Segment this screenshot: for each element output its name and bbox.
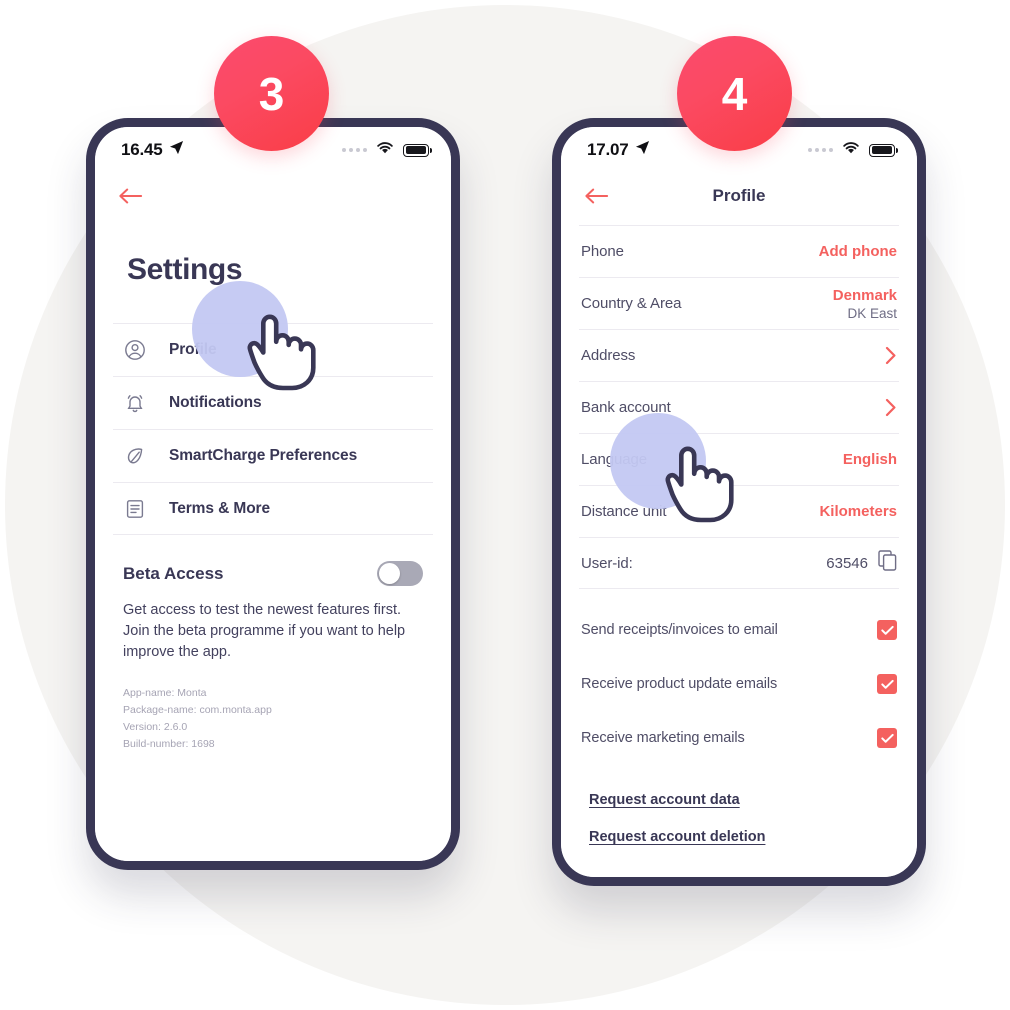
signal-dots-icon <box>808 148 833 152</box>
phone-mockup-profile: 17.07 Profile Phone Add phone Country & … <box>552 118 926 886</box>
status-bar-right-group <box>808 141 898 159</box>
app-info-line: App-name: Monta <box>123 687 207 700</box>
back-arrow-icon[interactable] <box>583 186 609 206</box>
app-info-line: Build-number: 1698 <box>123 738 215 751</box>
checkbox-label: Send receipts/invoices to email <box>581 622 778 638</box>
row-phone[interactable]: Phone Add phone <box>579 225 899 277</box>
document-icon <box>123 497 147 521</box>
step-badge-4: 4 <box>677 36 792 151</box>
checkbox-checked[interactable] <box>877 620 897 640</box>
menu-item-terms-and-more[interactable]: Terms & More <box>113 482 433 535</box>
user-id-value-group: 63546 <box>826 550 897 576</box>
menu-item-label: Notifications <box>169 394 262 411</box>
checkbox-row-send-receipts[interactable]: Send receipts/invoices to email <box>579 603 899 657</box>
wifi-icon <box>842 141 860 159</box>
user-id-value: 63546 <box>826 554 868 572</box>
illustration-stage: 16.45 Settings Profile Notifications Sma… <box>0 0 1010 1010</box>
row-label: Phone <box>581 243 624 260</box>
row-value: Kilometers <box>819 503 897 520</box>
chevron-right-icon <box>885 398 897 417</box>
row-value: English <box>842 451 897 468</box>
request-account-deletion-link[interactable]: Request account deletion <box>589 829 765 845</box>
row-label: Language <box>581 451 647 468</box>
beta-access-title: Beta Access <box>123 563 224 583</box>
wifi-icon <box>376 141 394 159</box>
row-subvalue: DK East <box>847 305 897 321</box>
menu-item-smartcharge-preferences[interactable]: SmartCharge Preferences <box>113 429 433 482</box>
page-title: Settings <box>127 253 243 286</box>
beta-access-header: Beta Access <box>123 561 423 586</box>
app-info-line: Version: 2.6.0 <box>123 721 188 734</box>
link-row: Request account data <box>589 791 917 828</box>
row-label: User-id: <box>581 554 633 572</box>
screen-settings: 16.45 Settings Profile Notifications Sma… <box>95 127 451 861</box>
row-country-area[interactable]: Country & Area Denmark DK East <box>579 277 899 329</box>
screen-profile: 17.07 Profile Phone Add phone Country & … <box>561 127 917 877</box>
toggle-knob <box>379 563 400 584</box>
nav-title-right: Profile <box>712 186 766 205</box>
back-arrow-icon[interactable] <box>117 186 143 206</box>
account-links: Request account data Request account del… <box>589 791 917 865</box>
battery-full-icon <box>869 143 898 157</box>
checkbox-label: Receive marketing emails <box>581 730 745 746</box>
leaf-icon <box>123 444 147 468</box>
row-address[interactable]: Address <box>579 329 899 381</box>
battery-full-icon <box>403 143 432 157</box>
beta-access-description: Get access to test the newest features f… <box>123 602 406 661</box>
beta-access-toggle[interactable] <box>377 561 423 586</box>
row-label: Bank account <box>581 399 671 416</box>
location-arrow-icon <box>169 140 184 160</box>
row-value: Denmark <box>832 286 897 304</box>
location-arrow-icon <box>635 140 650 160</box>
signal-dots-icon <box>342 148 367 152</box>
row-bank-account[interactable]: Bank account <box>579 381 899 433</box>
nav-bar-right: Profile <box>561 167 917 225</box>
row-label: Country & Area <box>581 295 682 312</box>
request-account-data-link[interactable]: Request account data <box>589 792 740 808</box>
user-circle-icon <box>123 338 147 362</box>
row-value-group: Add phone <box>819 243 897 260</box>
app-info-line: Package-name: com.monta.app <box>123 704 272 717</box>
menu-item-label: Terms & More <box>169 499 271 517</box>
row-distance-unit[interactable]: Distance unit Kilometers <box>579 485 899 537</box>
phone-mockup-settings: 16.45 Settings Profile Notifications Sma… <box>86 118 460 870</box>
row-language[interactable]: Language English <box>579 433 899 485</box>
nav-bar-left <box>95 167 451 225</box>
checkbox-checked[interactable] <box>877 728 897 748</box>
row-label: Distance unit <box>581 503 667 520</box>
row-label: Address <box>581 347 636 364</box>
step-badge-3: 3 <box>214 36 329 151</box>
profile-rows: Phone Add phone Country & Area Denmark D… <box>561 225 917 589</box>
row-value-group: Denmark DK East <box>833 287 897 321</box>
status-time: 17.07 <box>587 140 629 159</box>
copy-icon[interactable] <box>878 550 897 576</box>
row-user-id: User-id: 63546 <box>579 537 899 589</box>
menu-item-profile[interactable]: Profile <box>113 323 433 376</box>
menu-item-label: SmartCharge Preferences <box>169 447 358 464</box>
link-row: Request account deletion <box>589 828 917 865</box>
checkbox-row-marketing-emails[interactable]: Receive marketing emails <box>579 711 899 765</box>
menu-item-label: Profile <box>169 341 217 358</box>
app-info-block: App-name: Monta Package-name: com.monta.… <box>123 685 423 753</box>
status-time: 16.45 <box>121 140 163 159</box>
chevron-right-icon <box>885 346 897 365</box>
status-bar-right-group <box>342 141 432 159</box>
bell-icon <box>123 391 147 415</box>
menu-item-notifications[interactable]: Notifications <box>113 376 433 429</box>
checkbox-row-product-updates[interactable]: Receive product update emails <box>579 657 899 711</box>
checkbox-label: Receive product update emails <box>581 676 778 692</box>
status-bar-left-group: 16.45 <box>121 140 184 160</box>
settings-menu-list: Profile Notifications SmartCharge Prefer… <box>95 323 451 535</box>
checkbox-checked[interactable] <box>877 674 897 694</box>
row-value: Add phone <box>818 243 897 260</box>
status-bar-left-group: 17.07 <box>587 140 650 160</box>
